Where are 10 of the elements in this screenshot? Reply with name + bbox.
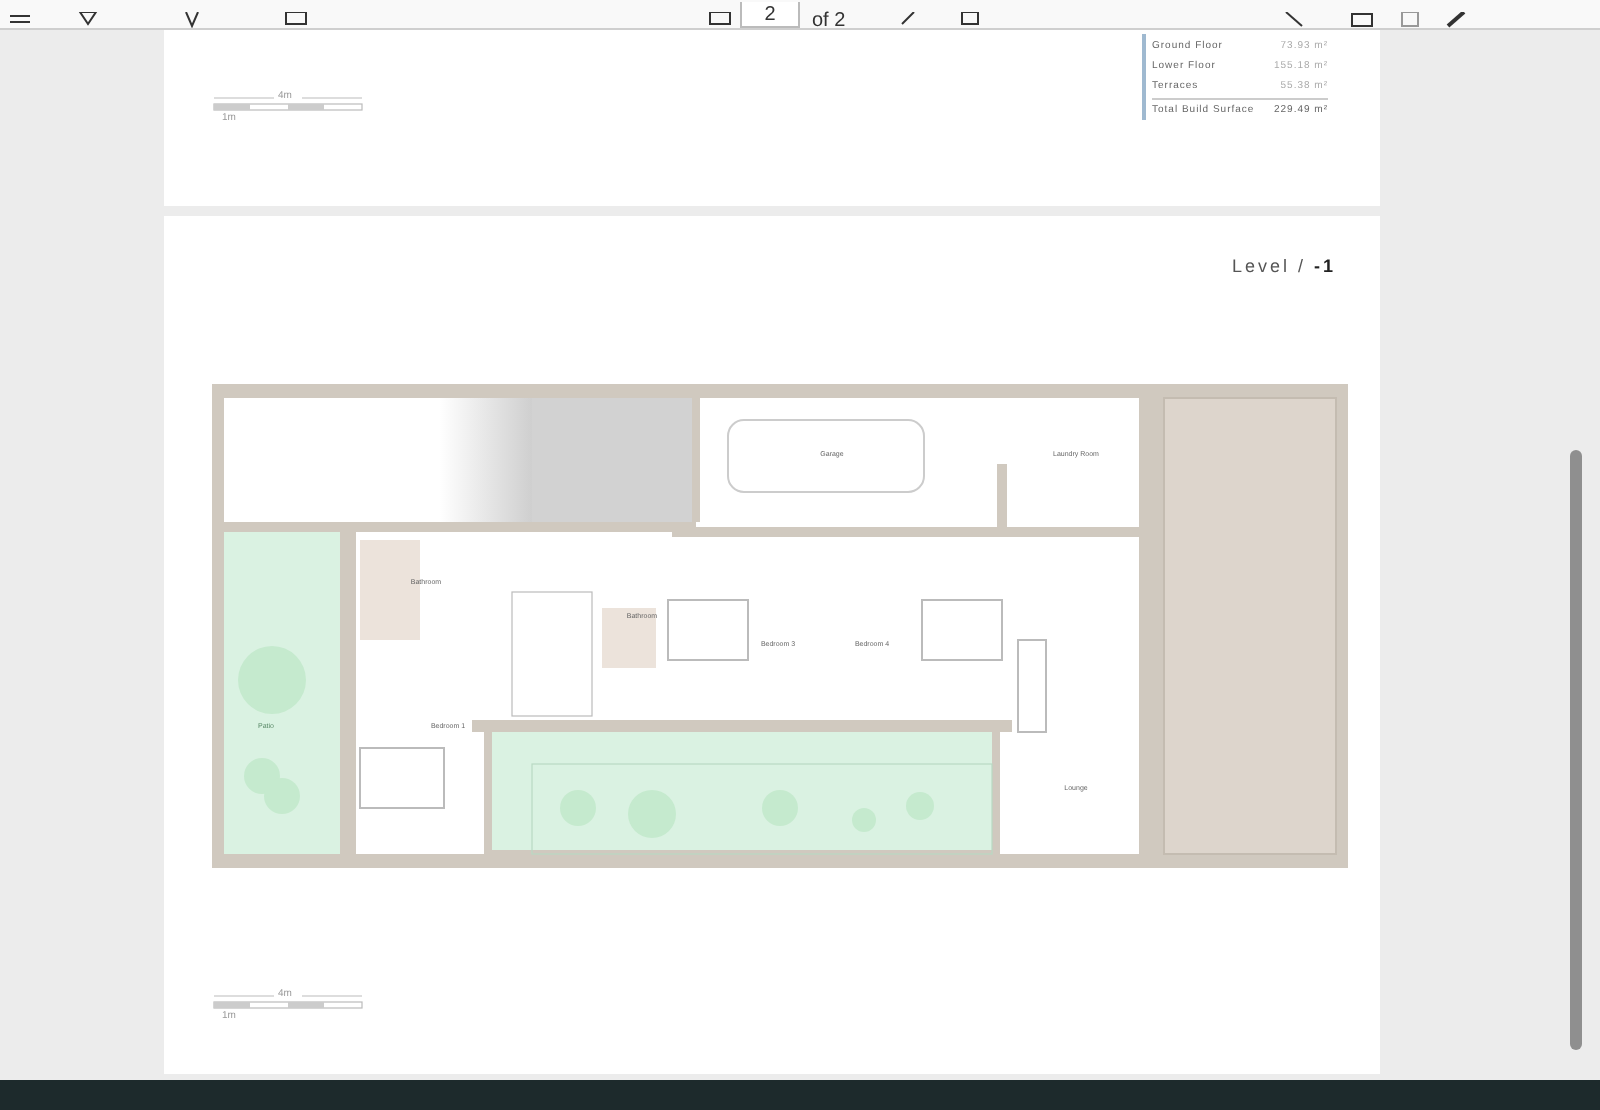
page-number-field[interactable]: 2 bbox=[740, 2, 800, 28]
print-icon[interactable] bbox=[1349, 12, 1374, 28]
page-count: of 2 bbox=[812, 16, 846, 28]
image-icon[interactable] bbox=[284, 12, 308, 28]
fit-page-icon[interactable] bbox=[708, 12, 732, 28]
scrollbar-thumb[interactable] bbox=[1570, 450, 1582, 1050]
document-icon[interactable] bbox=[957, 12, 982, 28]
level-label: Level / bbox=[1231, 256, 1306, 276]
level-number: -1 bbox=[1313, 256, 1336, 276]
list-icon[interactable] bbox=[8, 12, 32, 28]
